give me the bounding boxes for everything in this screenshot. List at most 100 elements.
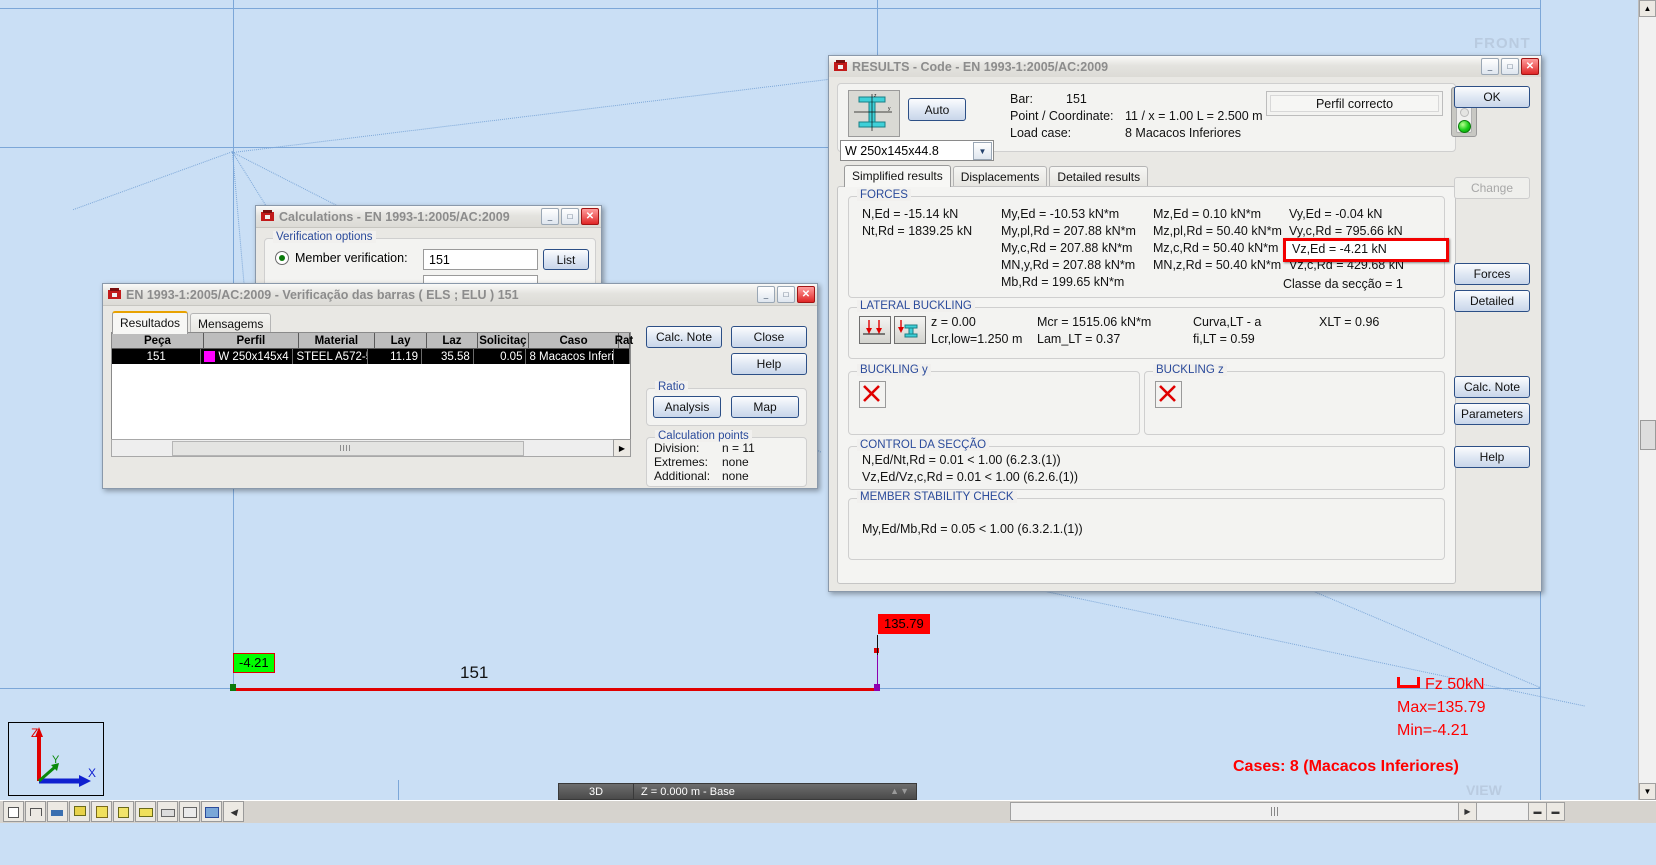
- results-titlebar[interactable]: RESULTS - Code - EN 1993-1:2005/AC:2009 …: [829, 56, 1541, 78]
- scroll-down-icon[interactable]: ▼: [1639, 783, 1656, 800]
- minimize-icon[interactable]: _: [1481, 58, 1499, 75]
- verification-calc-note-button[interactable]: Calc. Note: [646, 326, 722, 348]
- point-coordinate-label: Point / Coordinate:: [1010, 109, 1114, 123]
- help-button[interactable]: Help: [1454, 446, 1530, 468]
- column-header-material[interactable]: Material: [298, 333, 375, 349]
- section-control-line-1: N,Ed/Nt,Rd = 0.01 < 1.00 (6.2.3.(1)): [862, 453, 1061, 467]
- verification-close-button[interactable]: Close: [731, 326, 807, 348]
- member-verification-radio-row[interactable]: Member verification:: [275, 251, 408, 265]
- column-header-solicitac[interactable]: Solicitaç: [477, 333, 530, 349]
- grid-line: [0, 688, 233, 689]
- division-value: n = 11: [722, 441, 755, 455]
- panel-tool-icon[interactable]: [47, 801, 68, 822]
- close-icon[interactable]: ✕: [581, 208, 599, 225]
- level-spinner-icon[interactable]: ▲▼: [890, 786, 910, 796]
- results-table[interactable]: Peça Perfil Material Lay Laz Solicitaç C…: [111, 332, 633, 441]
- view-mode-3d-button[interactable]: 3D: [558, 783, 634, 800]
- diagram-legend: Fz 50kN Max=135.79 Min=-4.21: [1397, 673, 1486, 742]
- bottom-toolbar-icons: ◀: [3, 801, 244, 822]
- detailed-button[interactable]: Detailed: [1454, 290, 1530, 312]
- forces-col-axial: N,Ed = -15.14 kN Nt,Rd = 1839.25 kN: [862, 206, 972, 240]
- result-tool-icon[interactable]: [157, 801, 178, 822]
- hscroll-extra-icon[interactable]: ▬: [1546, 802, 1565, 821]
- results-header-group: z y Auto W 250x145x44.8 ▼ Bar: 151 Point…: [837, 83, 1477, 161]
- calc-note-button[interactable]: Calc. Note: [1454, 376, 1530, 398]
- hscroll-end-icon[interactable]: ▬: [1528, 802, 1547, 821]
- scroll-up-icon[interactable]: ▲: [1639, 0, 1656, 17]
- verification-titlebar[interactable]: EN 1993-1:2005/AC:2009 - Verificação das…: [103, 284, 817, 306]
- axis-gizmo[interactable]: Z X Y: [8, 722, 104, 796]
- lb-curva-value: Curva,LT - a: [1193, 315, 1262, 329]
- ratio-analysis-button[interactable]: Analysis: [653, 396, 721, 418]
- column-header-rat[interactable]: Rat: [615, 333, 633, 349]
- section-tool-icon[interactable]: [135, 801, 156, 822]
- grid-line: [0, 8, 1540, 9]
- forces-button[interactable]: Forces: [1454, 263, 1530, 285]
- close-icon[interactable]: ✕: [1521, 58, 1539, 75]
- column-header-caso[interactable]: Caso: [529, 333, 619, 349]
- bar-tool-icon[interactable]: [25, 801, 46, 822]
- verdict-text: Perfil correcto: [1270, 95, 1439, 112]
- auto-profile-button[interactable]: Auto: [908, 98, 966, 121]
- ok-button[interactable]: OK: [1454, 86, 1530, 108]
- column-header-perfil[interactable]: Perfil: [203, 333, 299, 349]
- column-header-lay[interactable]: Lay: [374, 333, 428, 349]
- member-stability-legend: MEMBER STABILITY CHECK: [857, 491, 1017, 503]
- radio-selected-icon[interactable]: [275, 251, 289, 265]
- list-button[interactable]: List: [543, 249, 589, 270]
- lateral-buckling-load-icon[interactable]: [859, 316, 891, 344]
- horizontal-scrollbar[interactable]: [1010, 802, 1532, 821]
- release-tool-icon[interactable]: [113, 801, 134, 822]
- numbering-tool-icon[interactable]: [179, 801, 200, 822]
- beam-member[interactable]: [233, 688, 878, 691]
- legend-force: Fz 50kN: [1425, 676, 1485, 693]
- maximize-icon[interactable]: □: [561, 208, 579, 225]
- column-header-laz[interactable]: Laz: [427, 333, 478, 349]
- force-symbol-icon: [1397, 677, 1420, 688]
- table-scroll-right-icon[interactable]: ▶: [613, 439, 631, 457]
- buckling-z-x-mark-icon[interactable]: [1155, 381, 1182, 408]
- verification-window[interactable]: EN 1993-1:2005/AC:2009 - Verificação das…: [102, 283, 818, 489]
- support-tool-icon[interactable]: [69, 801, 90, 822]
- section-control-group: CONTROL DA SECÇÃO N,Ed/Nt,Rd = 0.01 < 1.…: [848, 439, 1445, 490]
- table-horizontal-scrollbar[interactable]: [111, 439, 631, 457]
- maximize-icon[interactable]: □: [1501, 58, 1519, 75]
- support-node-left: [230, 684, 236, 691]
- minimize-icon[interactable]: _: [757, 286, 775, 303]
- member-verification-input[interactable]: 151: [423, 249, 538, 270]
- ratio-map-button[interactable]: Map: [731, 396, 799, 418]
- chevron-down-icon[interactable]: ▼: [973, 142, 992, 160]
- tab-resultados[interactable]: Resultados: [112, 311, 189, 334]
- level-indicator[interactable]: Z = 0.000 m - Base ▲▼: [634, 783, 917, 800]
- mn-y-rd-value: MN,y,Rd = 207.88 kN*m: [1001, 258, 1136, 272]
- profile-select[interactable]: W 250x145x44.8 ▼: [840, 140, 994, 161]
- column-header-peca[interactable]: Peça: [112, 333, 204, 349]
- maximize-icon[interactable]: □: [777, 286, 795, 303]
- lb-z-value: z = 0.00: [931, 315, 976, 329]
- hscroll-right-icon[interactable]: ▶: [1458, 802, 1477, 821]
- node-tool-icon[interactable]: [3, 801, 24, 822]
- forces-legend: FORCES: [857, 189, 911, 201]
- diagram-min-value-tag: -4.21: [233, 653, 275, 673]
- parameters-button[interactable]: Parameters: [1454, 403, 1530, 425]
- calculations-titlebar[interactable]: Calculations - EN 1993-1:2005/AC:2009 _ …: [256, 206, 601, 228]
- member-stability-group: MEMBER STABILITY CHECK My,Ed/Mb,Rd = 0.0…: [848, 491, 1445, 560]
- viewport-vertical-scrollbar[interactable]: ▲ ▼: [1638, 0, 1656, 800]
- collapse-toolbar-icon[interactable]: ◀: [223, 801, 244, 822]
- minimize-icon[interactable]: _: [541, 208, 559, 225]
- tab-simplified-results[interactable]: Simplified results: [844, 165, 951, 187]
- load-tool-icon[interactable]: [91, 801, 112, 822]
- i-beam-icon: z y: [854, 93, 892, 131]
- buckling-y-x-mark-icon[interactable]: [859, 381, 886, 408]
- close-icon[interactable]: ✕: [797, 286, 815, 303]
- display-tool-icon[interactable]: [201, 801, 222, 822]
- table-row[interactable]: 151 W 250x145x4 STEEL A572-5 11.19 35.58…: [112, 349, 630, 364]
- tab-detailed-results[interactable]: Detailed results: [1049, 166, 1149, 187]
- tab-displacements[interactable]: Displacements: [952, 166, 1048, 187]
- lateral-buckling-section-icon[interactable]: [894, 316, 926, 344]
- vertical-scroll-thumb[interactable]: [1640, 420, 1656, 450]
- verification-help-button[interactable]: Help: [731, 353, 807, 375]
- tab-mensagems[interactable]: Mensagems: [190, 313, 272, 334]
- results-window[interactable]: RESULTS - Code - EN 1993-1:2005/AC:2009 …: [828, 55, 1542, 592]
- lb-lamlt-value: Lam_LT = 0.37: [1037, 332, 1121, 346]
